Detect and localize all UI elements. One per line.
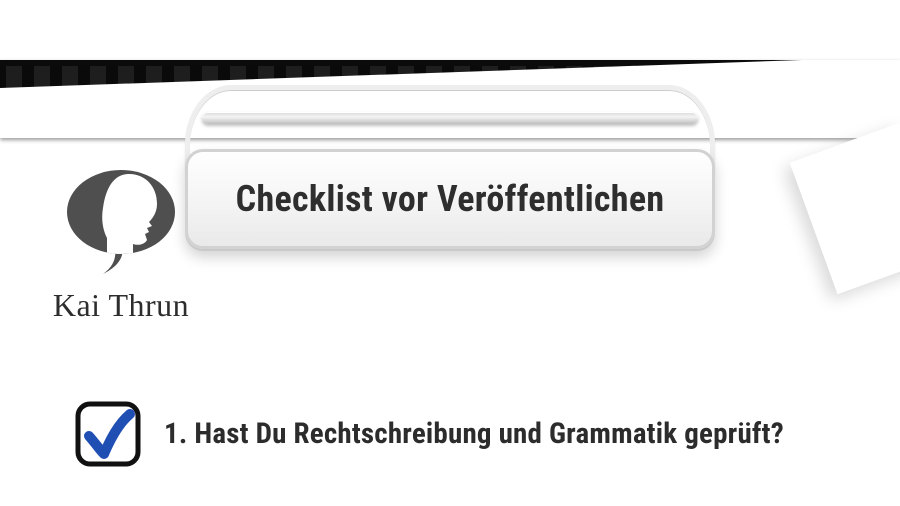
clip-plate: Checklist vor Veröffentlichen: [185, 149, 715, 249]
checklist-item-label: 1. Hast Du Rechtschreibung und Grammatik…: [164, 417, 784, 451]
checkbox-checked[interactable]: [74, 400, 142, 468]
brand-logo: Kai Thrun: [36, 168, 206, 324]
clipboard-clip: Checklist vor Veröffentlichen: [185, 85, 715, 260]
speech-bubble-profile-icon: [59, 168, 183, 276]
paper-dogear: [790, 122, 900, 295]
page-title: Checklist vor Veröffentlichen: [236, 178, 665, 220]
brand-name: Kai Thrun: [36, 287, 206, 324]
checklist-item: 1. Hast Du Rechtschreibung und Grammatik…: [74, 400, 784, 468]
document-stage: Kai Thrun Checklist vor Veröffentlichen …: [0, 0, 900, 506]
